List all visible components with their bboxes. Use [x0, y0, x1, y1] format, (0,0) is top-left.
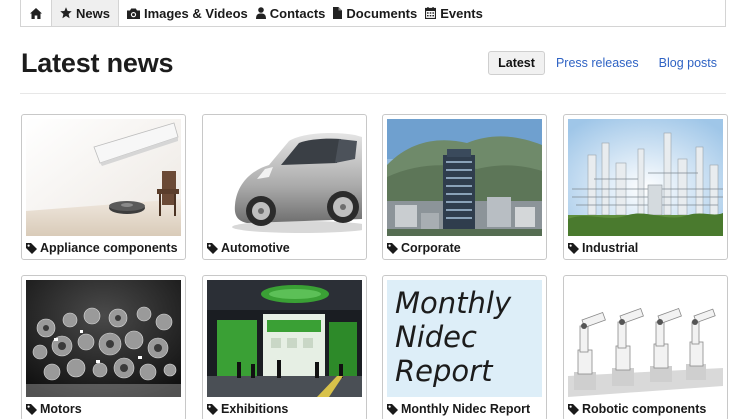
motors-thumbnail — [26, 280, 181, 397]
tag-icon — [387, 404, 398, 415]
automotive-thumbnail — [207, 119, 362, 236]
industrial-thumbnail — [568, 119, 723, 236]
top-nav: News Images & Videos Contacts Documents — [20, 0, 726, 27]
category-label: Industrial — [582, 241, 639, 255]
category-label: Motors — [40, 402, 82, 416]
news-filter-tabs: Latest Press releases Blog posts — [486, 51, 726, 75]
category-card-robotic-components[interactable]: Robotic components — [563, 275, 728, 419]
category-card-motors[interactable]: Motors — [21, 275, 186, 419]
nav-events[interactable]: Events — [421, 0, 487, 26]
category-label: Corporate — [401, 241, 461, 255]
corporate-thumbnail — [387, 119, 542, 236]
tag-icon — [26, 404, 37, 415]
category-label: Monthly Nidec Report — [401, 402, 531, 416]
tag-icon — [568, 404, 579, 415]
nav-news-label: News — [76, 5, 110, 21]
category-card-industrial[interactable]: Industrial — [563, 114, 728, 260]
camera-icon — [126, 8, 140, 19]
category-caption: Motors — [26, 402, 82, 416]
category-caption: Exhibitions — [207, 402, 288, 416]
heading-divider — [20, 93, 726, 94]
calendar-icon — [425, 7, 437, 19]
category-caption: Robotic components — [568, 402, 706, 416]
tag-icon — [568, 243, 579, 254]
category-card-corporate[interactable]: Corporate — [382, 114, 547, 260]
category-caption: Monthly Nidec Report — [387, 402, 530, 416]
nav-contacts[interactable]: Contacts — [252, 0, 330, 26]
page-title: Latest news — [21, 48, 174, 78]
tag-icon — [207, 404, 218, 415]
monthly-report-thumbnail: Monthly Nidec Report — [387, 280, 542, 397]
tab-latest[interactable]: Latest — [488, 51, 545, 75]
category-label: Robotic components — [582, 402, 707, 416]
category-caption: Appliance components — [26, 241, 178, 255]
nav-documents-label: Documents — [346, 5, 418, 21]
nav-events-label: Events — [440, 5, 483, 21]
category-card-monthly-nidec-report[interactable]: Monthly Nidec Report Monthly Nidec Repor… — [382, 275, 547, 419]
category-label: Appliance components — [40, 241, 178, 255]
document-icon — [333, 7, 343, 19]
nav-images-videos-label: Images & Videos — [143, 5, 248, 21]
report-thumb-text: Monthly Nidec Report — [395, 286, 512, 388]
category-label: Exhibitions — [221, 402, 289, 416]
category-caption: Automotive — [207, 241, 290, 255]
category-caption: Corporate — [387, 241, 461, 255]
user-icon — [255, 7, 266, 19]
nav-documents[interactable]: Documents — [329, 0, 421, 26]
category-label: Automotive — [221, 241, 290, 255]
robotic-thumbnail — [568, 280, 723, 397]
home-icon — [30, 7, 42, 19]
star-icon — [60, 7, 72, 19]
nav-images-videos[interactable]: Images & Videos — [119, 0, 252, 26]
tag-icon — [387, 243, 398, 254]
tab-press-releases[interactable]: Press releases — [547, 52, 648, 74]
category-card-automotive[interactable]: Automotive — [202, 114, 367, 260]
nav-home[interactable] — [21, 0, 52, 26]
nav-contacts-label: Contacts — [269, 5, 326, 21]
category-card-appliance-components[interactable]: Appliance components — [21, 114, 186, 260]
category-card-exhibitions[interactable]: Exhibitions — [202, 275, 367, 419]
exhibitions-thumbnail — [207, 280, 362, 397]
appliance-thumbnail — [26, 119, 181, 236]
tab-blog-posts[interactable]: Blog posts — [650, 52, 726, 74]
category-caption: Industrial — [568, 241, 638, 255]
tag-icon — [207, 243, 218, 254]
nav-news[interactable]: News — [52, 0, 119, 26]
tag-icon — [26, 243, 37, 254]
